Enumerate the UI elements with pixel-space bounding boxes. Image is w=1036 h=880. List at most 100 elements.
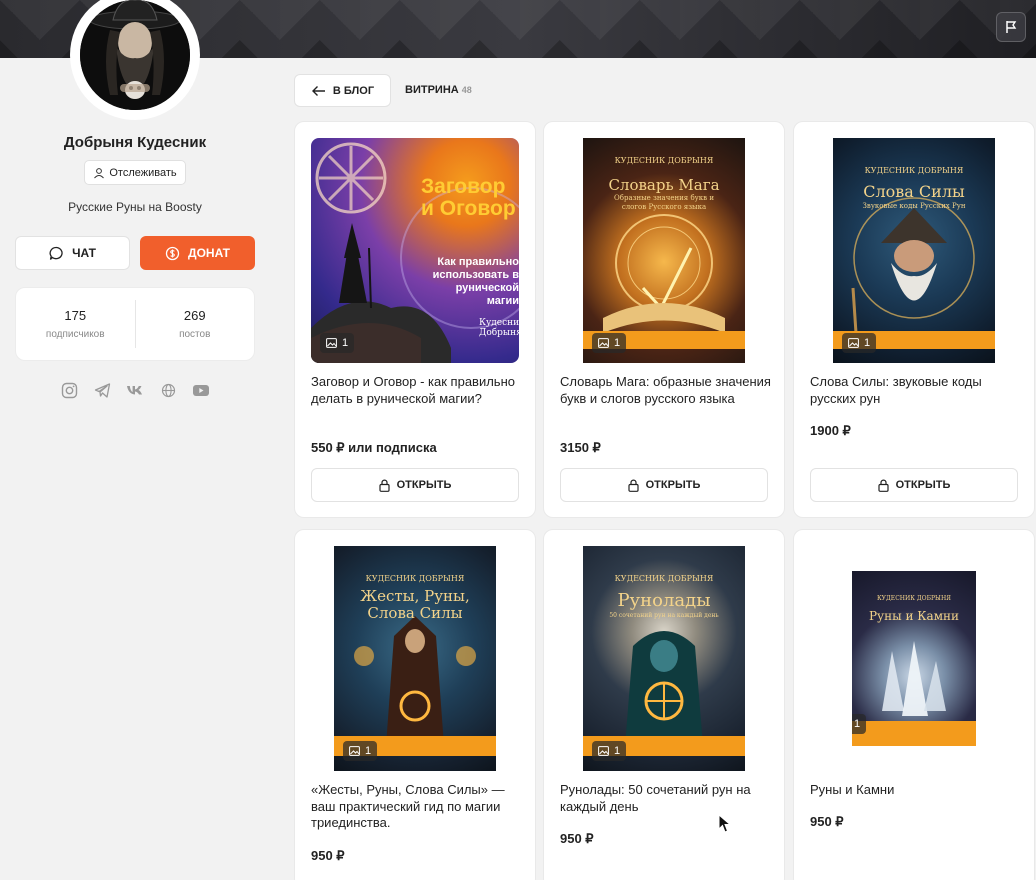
profile-stats: 175 подписчиков 269 постов [15, 287, 255, 361]
cover-brand: КУДЕСНИК ДОБРЫНЯ [864, 166, 964, 175]
open-label: ОТКРЫТЬ [396, 479, 452, 491]
author-name: Добрыня Кудесник [63, 134, 207, 151]
image-count: 1 [614, 745, 621, 757]
product-title[interactable]: «Жесты, Руны, Слова Силы» — ваш практиче… [311, 782, 523, 832]
cover-brand: КУДЕСНИК ДОБРЫНЯ [614, 574, 714, 583]
flag-icon [1006, 21, 1017, 33]
posts-label: постов [179, 329, 211, 340]
posts-stat: 269 постов [134, 300, 255, 348]
cover-subtitle: 50 сочетаний рун на каждый день [609, 612, 719, 619]
product-cover[interactable]: КУДЕСНИК ДОБРЫНЯ Слова Силы Звуковые код… [810, 138, 1018, 363]
cover-brand: КУДЕСНИК ДОБРЫНЯ [876, 595, 952, 602]
avatar[interactable] [70, 0, 200, 120]
cover-heading: Рунолады [617, 590, 711, 611]
product-price: 950 ₽ [810, 814, 844, 829]
image-icon [598, 746, 609, 756]
cover-heading: Слова Силы [863, 182, 965, 201]
product-cover[interactable]: КУДЕСНИК ДОБРЫНЯ Словарь Мага Образные з… [560, 138, 768, 363]
image-count-badge: 1 [592, 741, 627, 761]
subscribers-stat: 175 подписчиков [16, 288, 135, 360]
subscribers-count: 175 [64, 308, 87, 323]
product-title[interactable]: Заговор и Оговор - как правильно делать … [311, 374, 523, 407]
subscribers-label: подписчиков [45, 329, 105, 340]
section-count: 48 [461, 85, 472, 95]
product-cover[interactable]: КУДЕСНИК ДОБРЫНЯ Жесты, Руны, Слова Силы… [311, 546, 519, 771]
product-title[interactable]: Слова Силы: звуковые коды русских рун [810, 374, 1022, 407]
open-button[interactable]: ОТКРЫТЬ [311, 468, 519, 502]
product-cover[interactable]: КУДЕСНИК ДОБРЫНЯ Рунолады 50 сочетаний р… [560, 546, 768, 771]
cover-heading: Заговор и Оговор [421, 175, 516, 220]
open-label: ОТКРЫТЬ [645, 479, 701, 491]
product-card[interactable]: КУДЕСНИК ДОБРЫНЯ Рунолады 50 сочетаний р… [543, 529, 785, 880]
donate-label: ДОНАТ [188, 246, 230, 260]
product-cover[interactable]: Заговор и Оговор Как правильно использов… [311, 138, 519, 363]
image-count-badge: 1 [852, 714, 867, 734]
product-price: 950 ₽ [560, 831, 594, 846]
posts-count: 269 [183, 308, 206, 323]
back-label: В БЛОГ [332, 84, 375, 97]
image-count: 1 [864, 337, 871, 349]
section-label: ВИТРИНА [405, 84, 459, 96]
product-price: 1900 ₽ [810, 423, 851, 438]
product-title[interactable]: Рунолады: 50 сочетаний рун на каждый ден… [560, 782, 772, 815]
cover-brand: КУДЕСНИК ДОБРЫНЯ [365, 574, 465, 583]
cover-heading: Словарь Мага [608, 176, 720, 194]
author-tagline: Русские Руны на Boosty [68, 200, 202, 214]
chat-bubble-icon [49, 246, 63, 260]
globe-icon[interactable] [159, 381, 177, 399]
product-title[interactable]: Словарь Мага: образные значения букв и с… [560, 374, 772, 407]
image-count-badge: 1 [320, 333, 355, 353]
lock-icon [628, 479, 639, 492]
donate-button[interactable]: ДОНАТ [140, 236, 255, 270]
follow-button[interactable]: Отслеживать [84, 160, 186, 185]
product-card[interactable]: КУДЕСНИК ДОБРЫНЯ Жесты, Руны, Слова Силы… [294, 529, 536, 880]
product-price: 3150 ₽ [560, 440, 601, 455]
product-card[interactable]: Заговор и Оговор Как правильно использов… [294, 121, 536, 518]
cover-heading: Жесты, Руны, Слова Силы [360, 587, 470, 622]
open-button[interactable]: ОТКРЫТЬ [810, 468, 1018, 502]
product-price: 950 ₽ [311, 848, 345, 863]
open-label: ОТКРЫТЬ [895, 479, 951, 491]
user-icon [94, 167, 105, 178]
mouse-cursor-icon [718, 814, 732, 833]
youtube-icon[interactable] [192, 381, 210, 399]
image-count-badge: 1 [842, 333, 877, 353]
cover-brand: КУДЕСНИК ДОБРЫНЯ [614, 156, 714, 165]
image-icon [598, 338, 609, 348]
cover-subtitle: Как правильно использовать в рунической … [432, 256, 519, 307]
product-card[interactable]: КУДЕСНИК ДОБРЫНЯ Руны и Камни 1 Руны и К… [793, 529, 1035, 880]
product-cover[interactable]: КУДЕСНИК ДОБРЫНЯ Руны и Камни 1 [810, 546, 1018, 771]
telegram-icon[interactable] [93, 381, 111, 399]
image-count-badge: 1 [592, 333, 627, 353]
follow-label: Отслеживать [109, 166, 177, 179]
report-button[interactable] [996, 12, 1026, 42]
product-price: 550 ₽ или подписка [311, 440, 437, 455]
social-links [60, 381, 210, 399]
cover-brand: Кудесник Добрыня [479, 318, 519, 338]
chat-button[interactable]: ЧАТ [15, 236, 130, 270]
coin-icon [165, 246, 180, 260]
image-count-badge: 1 [343, 741, 378, 761]
image-count: 1 [614, 337, 621, 349]
image-icon [848, 338, 859, 348]
lock-icon [379, 479, 390, 492]
instagram-icon[interactable] [60, 381, 78, 399]
image-icon [349, 746, 360, 756]
vk-icon[interactable] [126, 381, 144, 399]
image-count: 1 [342, 337, 349, 349]
back-to-blog-button[interactable]: В БЛОГ [294, 74, 391, 107]
section-title: ВИТРИНА 48 [405, 84, 472, 96]
product-card[interactable]: КУДЕСНИК ДОБРЫНЯ Словарь Мага Образные з… [543, 121, 785, 518]
cover-subtitle: Образные значения букв и слогов Русского… [614, 194, 714, 211]
lock-icon [878, 479, 889, 492]
arrow-left-icon [311, 85, 325, 96]
chat-label: ЧАТ [72, 246, 96, 260]
product-title[interactable]: Руны и Камни [810, 782, 1022, 799]
image-count: 1 [854, 718, 861, 730]
image-icon [326, 338, 337, 348]
image-count: 1 [365, 745, 372, 757]
cover-subtitle: Звуковые коды Русских Рун [862, 202, 966, 210]
open-button[interactable]: ОТКРЫТЬ [560, 468, 768, 502]
cover-heading: Руны и Камни [868, 609, 960, 623]
product-card[interactable]: КУДЕСНИК ДОБРЫНЯ Слова Силы Звуковые код… [793, 121, 1035, 518]
